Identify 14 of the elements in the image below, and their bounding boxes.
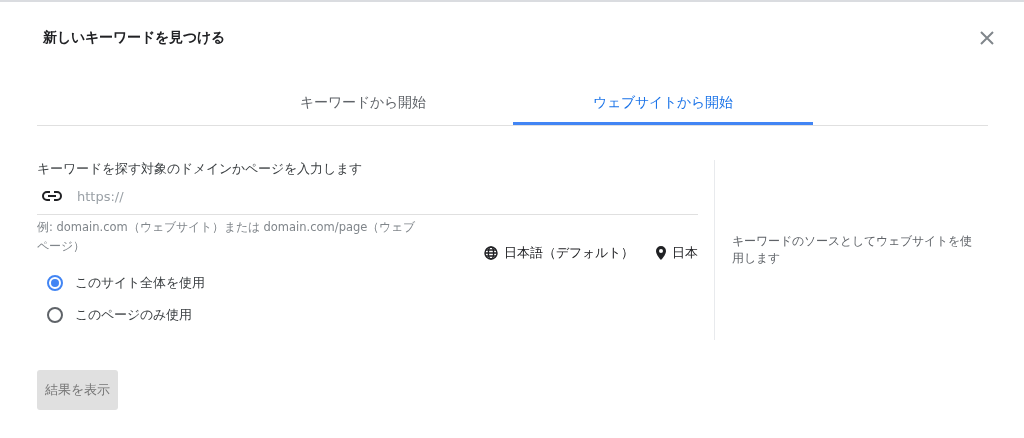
radio-option[interactable]: このページのみ使用 <box>47 300 698 330</box>
dialog-title: 新しいキーワードを見つける <box>43 29 225 47</box>
tab[interactable]: キーワードから開始 <box>212 81 513 125</box>
hint-text: 例: domain.com（ウェブサイト）または domain.com/page（ウェブページ） <box>37 219 417 255</box>
field-label: キーワードを探す対象のドメインかページを入力します <box>37 160 363 178</box>
close-icon[interactable] <box>978 29 996 47</box>
radio-option[interactable]: このサイト全体を使用 <box>47 268 698 298</box>
globe-icon <box>484 246 498 260</box>
link-icon <box>41 190 63 202</box>
location-pin-icon <box>656 246 666 260</box>
language-setting[interactable]: 日本語（デフォルト） <box>504 244 634 262</box>
side-note: キーワードのソースとしてウェブサイトを使用します <box>732 233 973 267</box>
tab[interactable]: ウェブサイトから開始 <box>512 81 813 125</box>
location-setting[interactable]: 日本 <box>672 244 698 262</box>
